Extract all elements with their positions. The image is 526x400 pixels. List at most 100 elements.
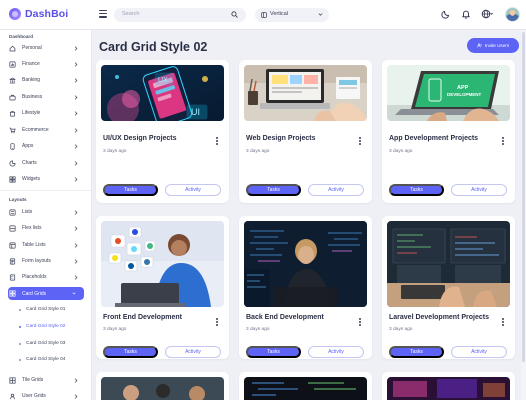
- chevron-right-icon: [74, 225, 78, 231]
- activity-button[interactable]: Activity: [165, 346, 221, 358]
- users-icon: [9, 393, 16, 399]
- page-title: Card Grid Style 02: [99, 40, 208, 54]
- more-vertical-icon[interactable]: [359, 318, 362, 327]
- sidebar-item-personal[interactable]: Personal: [9, 42, 86, 54]
- tasks-button[interactable]: Tasks: [246, 184, 301, 196]
- sidebar-item-label: Ecommerce: [22, 127, 49, 133]
- uiux-illustration: UI UX: [101, 65, 224, 121]
- sidebar-item-lists[interactable]: Lists: [9, 206, 86, 218]
- chevron-down-icon: [318, 13, 323, 16]
- back-end-illustration: [244, 221, 367, 307]
- chevron-right-icon: [74, 209, 78, 215]
- tasks-button[interactable]: Tasks: [246, 346, 301, 358]
- more-vertical-icon[interactable]: [502, 137, 505, 146]
- cart-icon: [9, 127, 16, 133]
- tasks-button[interactable]: Tasks: [389, 346, 444, 358]
- chevron-right-icon: [74, 127, 78, 133]
- chevron-right-icon: [74, 242, 78, 248]
- home-icon: [9, 45, 16, 51]
- sidebar-item-business[interactable]: Business: [9, 91, 86, 103]
- sidebar-subitem-card-grid-style-03[interactable]: Card Grid Style 03: [19, 341, 65, 346]
- chevron-right-icon: [74, 393, 78, 399]
- subitem-label: Card Grid Style 03: [26, 341, 66, 346]
- sidebar-item-user-grids[interactable]: User Grids: [9, 390, 86, 400]
- sidebar-item-tile-grids[interactable]: Tile Grids: [9, 374, 86, 386]
- more-vertical-icon[interactable]: [216, 137, 219, 146]
- project-card: [96, 372, 229, 400]
- sidebar-item-label: Flex lists: [22, 225, 42, 231]
- more-vertical-icon[interactable]: [359, 137, 362, 146]
- sidebar-item-card-grids[interactable]: Card Grids: [8, 287, 84, 300]
- card-subtitle: 3 days ago: [389, 327, 413, 332]
- chevron-right-icon: [74, 258, 78, 264]
- sidebar-item-lifestyle[interactable]: Lifestyle: [9, 107, 86, 119]
- layout-select[interactable]: Vertical: [255, 8, 329, 22]
- search-input[interactable]: Search: [114, 8, 246, 22]
- search-icon: [231, 11, 238, 18]
- table-icon: [9, 241, 16, 249]
- page-scrollbar[interactable]: [521, 30, 526, 400]
- sidebar-divider: [0, 190, 91, 191]
- flex-list-icon: [9, 224, 16, 232]
- sidebar-item-charts[interactable]: Charts: [9, 157, 86, 169]
- activity-button[interactable]: Activity: [308, 346, 364, 358]
- card-title: Back End Development: [246, 314, 324, 321]
- tasks-button[interactable]: Tasks: [389, 184, 444, 196]
- chevron-right-icon: [74, 160, 78, 166]
- more-vertical-icon[interactable]: [502, 318, 505, 327]
- image-text-app: APP: [457, 85, 469, 91]
- card-image-laravel: [387, 221, 510, 307]
- activity-button[interactable]: Activity: [451, 184, 507, 196]
- more-vertical-icon[interactable]: [216, 318, 219, 327]
- subitem-label: Card Grid Style 04: [26, 357, 66, 362]
- app-development-illustration: APP DEVELOPMENT: [387, 65, 510, 121]
- image-text-ui: UI: [191, 107, 200, 117]
- card-subtitle: 3 days ago: [103, 327, 127, 332]
- sidebar-item-table-lists[interactable]: Table Lists: [9, 239, 86, 251]
- card-image-web-design: [244, 65, 367, 121]
- scrollbar-thumb[interactable]: [522, 32, 525, 362]
- sidebar-subitem-card-grid-style-01[interactable]: Card Grid Style 01: [19, 307, 65, 312]
- activity-button[interactable]: Activity: [451, 346, 507, 358]
- moon-icon[interactable]: [441, 9, 451, 19]
- sidebar-item-placeholds[interactable]: Placeholds: [9, 271, 86, 283]
- card-subtitle: 3 days ago: [246, 327, 270, 332]
- section-dashboard: Dashboard: [9, 34, 33, 39]
- activity-button[interactable]: Activity: [165, 184, 221, 196]
- hamburger-icon[interactable]: [99, 10, 107, 18]
- sidebar-subitem-card-grid-style-04[interactable]: Card Grid Style 04: [19, 357, 65, 362]
- globe-icon[interactable]: [481, 9, 493, 19]
- brand-logo[interactable]: DashBoi: [9, 8, 68, 20]
- tile-grid-icon: [9, 376, 16, 384]
- card-subtitle: 3 days ago: [389, 149, 413, 154]
- card-image-front-end: [101, 221, 224, 307]
- sidebar-item-form-layouts[interactable]: Form layouts: [9, 255, 86, 267]
- avatar[interactable]: [505, 7, 520, 22]
- sidebar-item-label: Form layouts: [22, 258, 51, 264]
- project-card: [239, 372, 372, 400]
- activity-button[interactable]: Activity: [308, 184, 364, 196]
- sidebar-item-banking[interactable]: Banking: [9, 74, 86, 86]
- bell-icon[interactable]: [461, 9, 471, 19]
- front-end-illustration: [101, 221, 224, 307]
- sidebar-item-finance[interactable]: Finance: [9, 58, 86, 70]
- chart-bar-icon: [9, 60, 16, 68]
- project-card: Web Design Projects 3 days ago Tasks Act…: [239, 60, 372, 203]
- card-title: Web Design Projects: [246, 135, 316, 142]
- tasks-button[interactable]: Tasks: [103, 346, 158, 358]
- sidebar-item-label: Tile Grids: [22, 377, 44, 383]
- tasks-button[interactable]: Tasks: [103, 184, 158, 196]
- sidebar-item-apps[interactable]: Apps: [9, 140, 86, 152]
- subitem-label: Card Grid Style 01: [26, 307, 66, 312]
- grid-icon: [9, 290, 16, 297]
- sidebar-item-flex-lists[interactable]: Flex lists: [9, 222, 86, 234]
- invite-users-button[interactable]: Invite Users: [467, 38, 519, 53]
- sidebar-item-ecommerce[interactable]: Ecommerce: [9, 124, 86, 136]
- layout-icon: [261, 12, 267, 18]
- chevron-right-icon: [74, 176, 78, 182]
- neon-illustration: [387, 377, 510, 400]
- sidebar-subitem-card-grid-style-02[interactable]: Card Grid Style 02: [19, 324, 65, 329]
- card-image-app-development: APP DEVELOPMENT: [387, 65, 510, 121]
- sidebar: Dashboard Personal Finance Banking Busin…: [0, 30, 92, 400]
- sidebar-item-widgets[interactable]: Widgets: [9, 173, 86, 185]
